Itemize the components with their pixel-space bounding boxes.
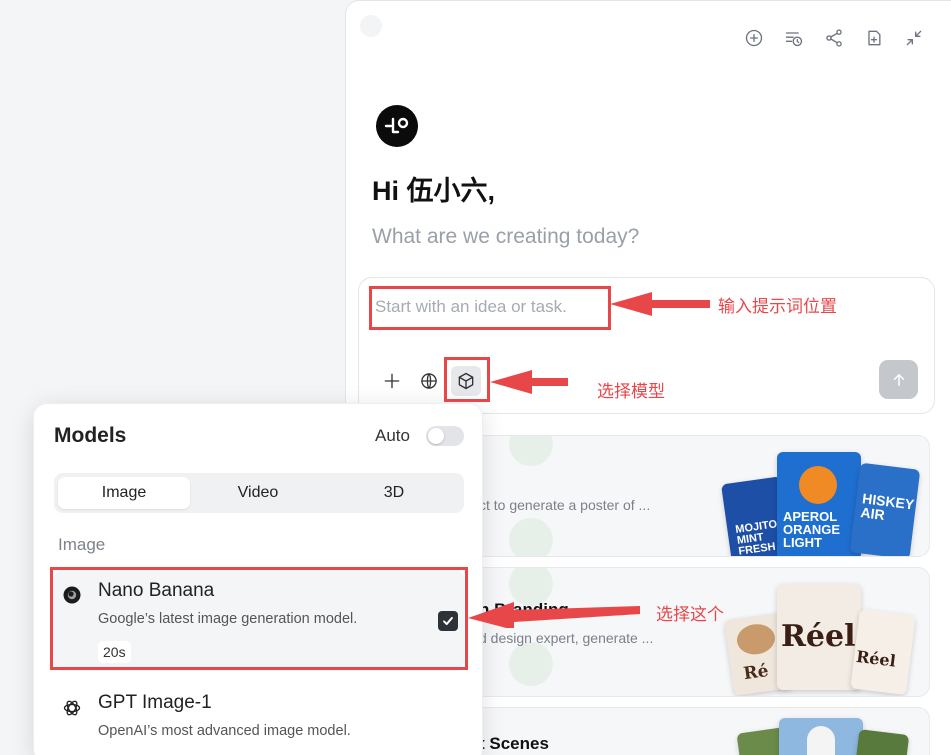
section-label: Image: [58, 535, 106, 554]
card-description: ct to generate a poster of ...: [479, 497, 651, 513]
card-watermark: [509, 642, 553, 686]
annotation-arrow-model: [490, 370, 568, 394]
card-thumbnail: Réel: [850, 608, 916, 696]
model-type-tabs: Image Video 3D: [54, 473, 464, 513]
model-name: GPT Image-1: [98, 692, 212, 713]
share-icon[interactable]: [823, 27, 845, 49]
bunny-icon: [807, 726, 835, 755]
drink-glass-icon: [799, 466, 837, 504]
highlight-model-button: [444, 357, 490, 402]
greeting-heading: Hi 伍小六,: [372, 176, 496, 206]
tab-3d[interactable]: 3D: [328, 477, 460, 509]
auto-toggle-knob: [428, 428, 444, 444]
tab-image[interactable]: Image: [58, 477, 190, 509]
plus-icon: [384, 373, 400, 389]
files-icon[interactable]: [863, 27, 885, 49]
tab-video[interactable]: Video: [192, 477, 324, 509]
panel-corner-icon: [360, 15, 382, 37]
card-description: d design expert, generate ...: [479, 630, 654, 646]
thumbnail-text: HISKEY AIR: [859, 490, 915, 523]
thumbnail-text: Réel: [781, 619, 856, 654]
model-description: OpenAI’s most advanced image model.: [98, 723, 351, 739]
globe-icon: [421, 373, 437, 389]
card-title: t Scenes: [479, 734, 549, 753]
thumbnail-text: Réel: [855, 646, 897, 671]
annotation-arrow-choose: [468, 602, 640, 628]
coffee-cup-icon: [735, 621, 777, 657]
annotation-prompt-note: 输入提示词位置: [718, 297, 837, 317]
card-watermark: [509, 436, 553, 466]
openai-icon: [63, 700, 81, 716]
new-chat-icon[interactable]: [743, 27, 765, 49]
collapse-icon[interactable]: [903, 27, 925, 49]
card-thumbnail: [779, 718, 863, 755]
auto-label: Auto: [375, 426, 410, 445]
send-button[interactable]: [879, 360, 918, 399]
highlight-prompt-input: [369, 286, 611, 330]
auto-toggle[interactable]: [426, 426, 464, 446]
card-watermark: [509, 518, 553, 556]
models-title: Models: [54, 424, 127, 447]
card-thumbnail: HISKEY AIR: [849, 462, 921, 556]
web-search-button[interactable]: [414, 366, 444, 396]
greeting-subtitle: What are we creating today?: [372, 225, 640, 248]
annotation-arrow-prompt: [610, 292, 710, 316]
highlight-nano-banana: [50, 567, 468, 670]
thumbnail-text: Ré: [742, 660, 770, 685]
add-attachment-button[interactable]: [377, 366, 407, 396]
model-option-gpt-image-1[interactable]: GPT Image-1 OpenAI’s most advanced image…: [54, 684, 464, 755]
card-thumbnail: Réel: [777, 584, 861, 690]
brand-logo: [376, 105, 418, 147]
card-thumbnail: APEROL ORANGE LIGHT: [777, 452, 861, 556]
send-arrow-icon: [893, 373, 904, 386]
thumbnail-text: APEROL ORANGE LIGHT: [783, 509, 841, 550]
header-toolbar: [743, 27, 925, 49]
card-thumbnail: [854, 729, 910, 755]
annotation-model-note: 选择模型: [597, 382, 665, 402]
annotation-choose-note: 选择这个: [656, 605, 724, 625]
history-icon[interactable]: [783, 27, 805, 49]
